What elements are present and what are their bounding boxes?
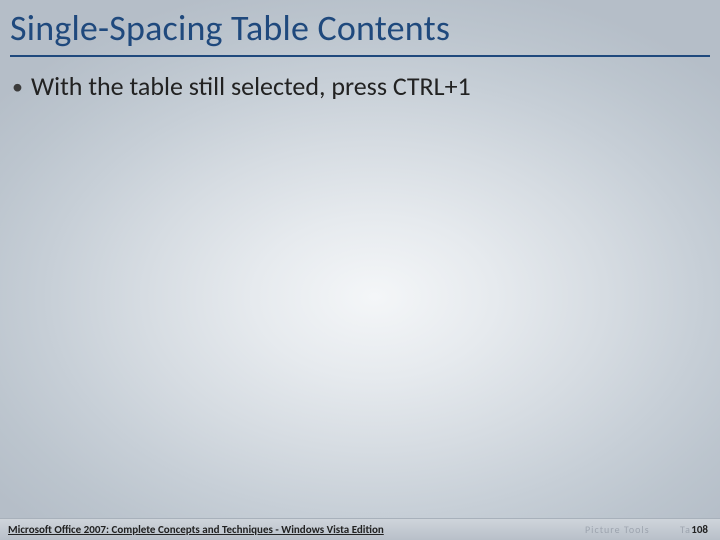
footer-source: Microsoft Office 2007: Complete Concepts… — [8, 523, 384, 536]
slide: Single-Spacing Table Contents • With the… — [0, 0, 720, 540]
footer-page-number: 108 — [691, 523, 708, 536]
bullet-dot-icon: • — [10, 70, 23, 104]
title-underline — [10, 55, 710, 57]
slide-footer: Microsoft Office 2007: Complete Concepts… — [0, 518, 720, 540]
bullet-item: • With the table still selected, press C… — [10, 70, 700, 104]
bullet-text: With the table still selected, press CTR… — [31, 70, 471, 103]
slide-body: • With the table still selected, press C… — [10, 70, 700, 104]
slide-title: Single-Spacing Table Contents — [10, 6, 710, 50]
